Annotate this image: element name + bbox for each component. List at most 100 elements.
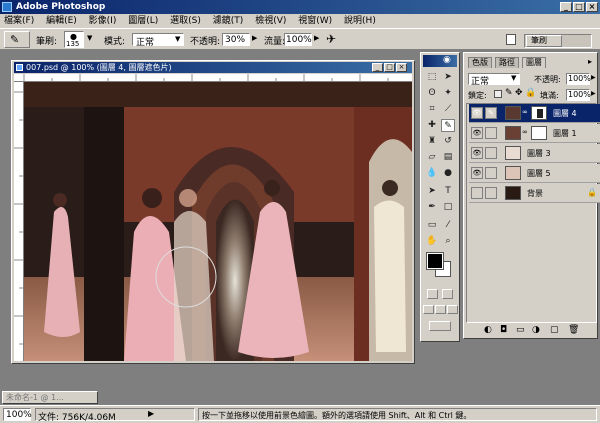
layer-mask-thumbnail[interactable]: [531, 126, 547, 140]
lock-image-icon[interactable]: ✎: [505, 88, 513, 98]
toolbox: ◉ ⬚ ➤ ʘ ✦ ⌗ ⟋ ✚ ✎ ♜ ↺ ▱ ▤ 💧 ● ➤ T ✒ □ ▭ …: [420, 52, 460, 342]
layer-row-1[interactable]: 👁 ∞ 圖層 1: [469, 124, 600, 143]
screen-mode-full-icon[interactable]: [447, 305, 458, 314]
marquee-tool-icon[interactable]: ⬚: [425, 71, 439, 84]
menu-filter[interactable]: 濾鏡(T): [213, 16, 244, 26]
panel-menu-icon[interactable]: ▸: [588, 57, 592, 66]
brush-tool-icon-active[interactable]: ✎: [441, 119, 455, 132]
opacity-input[interactable]: 30%: [222, 33, 250, 46]
tool-preset-picker[interactable]: ✎: [4, 31, 30, 48]
tab-paths[interactable]: 路徑: [495, 57, 519, 68]
opacity-slider-icon[interactable]: ▶: [591, 74, 596, 81]
brush-picker[interactable]: ● 135: [64, 31, 84, 48]
menu-layer[interactable]: 圖層(L): [128, 16, 158, 26]
chain-link-icon[interactable]: ∞: [522, 108, 528, 116]
foreground-color-swatch[interactable]: [426, 252, 444, 270]
menu-select[interactable]: 選取(S): [170, 16, 201, 26]
link-box-icon[interactable]: [485, 127, 497, 139]
file-browser-icon[interactable]: [506, 34, 516, 45]
brush-link-icon[interactable]: ✎: [485, 107, 497, 119]
healing-brush-tool-icon[interactable]: ✚: [425, 119, 439, 132]
fill-slider-icon[interactable]: ▶: [591, 90, 596, 97]
magic-wand-tool-icon[interactable]: ✦: [441, 87, 455, 100]
doc-close-button[interactable]: ×: [396, 63, 407, 72]
dodge-tool-icon[interactable]: ●: [441, 167, 455, 180]
brush-dropdown-icon[interactable]: ▼: [87, 34, 92, 42]
palette-well-tab-brushes[interactable]: 筆刷: [526, 35, 562, 47]
trash-icon[interactable]: 🗑: [568, 325, 579, 335]
new-set-icon[interactable]: ▭: [516, 325, 525, 335]
photoshop-eye-icon[interactable]: ◉: [443, 55, 451, 65]
lock-transparency-icon[interactable]: [494, 90, 502, 98]
minimize-button[interactable]: _: [560, 2, 572, 12]
menu-file[interactable]: 檔案(F): [4, 16, 34, 26]
screen-mode-menu-icon[interactable]: [435, 305, 446, 314]
clone-stamp-tool-icon[interactable]: ♜: [425, 135, 439, 148]
close-button[interactable]: ×: [586, 2, 598, 12]
lock-all-icon[interactable]: 🔒: [525, 88, 536, 98]
gradient-tool-icon[interactable]: ▤: [441, 151, 455, 164]
layer-row-background[interactable]: 背景 🔒: [469, 184, 600, 203]
menu-edit[interactable]: 編輯(E): [46, 16, 77, 26]
flow-slider-icon[interactable]: ▶: [314, 34, 319, 42]
blur-tool-icon[interactable]: 💧: [425, 167, 439, 180]
new-adjustment-layer-icon[interactable]: ◑: [532, 325, 540, 335]
fill-input[interactable]: 100%: [566, 89, 591, 101]
visibility-eye-icon[interactable]: 👁: [471, 127, 483, 139]
jump-to-imageready-icon[interactable]: [429, 321, 451, 331]
history-brush-tool-icon[interactable]: ↺: [441, 135, 455, 148]
lasso-tool-icon[interactable]: ʘ: [425, 87, 439, 100]
link-box-icon[interactable]: [485, 147, 497, 159]
screen-mode-standard-icon[interactable]: [423, 305, 434, 314]
tab-layers[interactable]: 圖層: [522, 57, 546, 68]
airbrush-icon[interactable]: ✈: [326, 32, 336, 46]
visibility-eye-icon[interactable]: [471, 187, 483, 199]
type-tool-icon[interactable]: T: [441, 185, 455, 198]
flow-input[interactable]: 100%: [284, 33, 312, 46]
visibility-eye-icon[interactable]: 👁: [471, 107, 483, 119]
layer-row-3[interactable]: 👁 圖層 3: [469, 144, 600, 163]
image-canvas[interactable]: [24, 82, 412, 361]
zoom-field[interactable]: 100%: [3, 408, 32, 421]
mode-select[interactable]: 正常 ▼: [132, 33, 184, 48]
eraser-tool-icon[interactable]: ▱: [425, 151, 439, 164]
shape-tool-icon[interactable]: □: [441, 201, 455, 214]
layer-opacity-input[interactable]: 100%: [566, 73, 591, 85]
layer-row-5[interactable]: 👁 圖層 5: [469, 164, 600, 183]
lock-position-icon[interactable]: ✥: [515, 88, 523, 98]
layer-mask-thumbnail[interactable]: [531, 106, 547, 120]
maximize-button[interactable]: □: [573, 2, 585, 12]
zoom-tool-icon[interactable]: ⌕: [441, 235, 455, 248]
chain-link-icon[interactable]: ∞: [522, 128, 528, 136]
tab-channels[interactable]: 色版: [468, 57, 492, 68]
menu-help[interactable]: 說明(H): [344, 16, 376, 26]
add-layer-style-icon[interactable]: ◐: [484, 325, 492, 335]
add-mask-icon[interactable]: ◘: [500, 325, 507, 335]
hand-tool-icon[interactable]: ✋: [425, 235, 439, 248]
standard-mode-icon[interactable]: [427, 289, 438, 299]
path-selection-tool-icon[interactable]: ➤: [425, 185, 439, 198]
menu-window[interactable]: 視窗(W): [298, 16, 332, 26]
link-box-icon[interactable]: [485, 167, 497, 179]
minimized-document[interactable]: 未命名-1 @ 1...: [2, 391, 98, 404]
status-menu-icon[interactable]: ▶: [148, 409, 154, 418]
blend-mode-select[interactable]: 正常 ▼: [468, 73, 520, 87]
new-layer-icon[interactable]: ▢: [550, 325, 559, 335]
eyedropper-tool-icon[interactable]: ⁄: [441, 219, 455, 232]
link-box-icon[interactable]: [485, 187, 497, 199]
move-tool-icon[interactable]: ➤: [441, 71, 455, 84]
brush-tool-icon: ✎: [10, 33, 20, 46]
layer-row-4[interactable]: 👁 ✎ ∞ 圖層 4: [469, 104, 600, 123]
notes-tool-icon[interactable]: ▭: [425, 219, 439, 232]
doc-maximize-button[interactable]: □: [384, 63, 395, 72]
slice-tool-icon[interactable]: ⟋: [441, 103, 455, 116]
visibility-eye-icon[interactable]: 👁: [471, 147, 483, 159]
menu-view[interactable]: 檢視(V): [255, 16, 286, 26]
visibility-eye-icon[interactable]: 👁: [471, 167, 483, 179]
menu-image[interactable]: 影像(I): [89, 16, 117, 26]
doc-minimize-button[interactable]: _: [372, 63, 383, 72]
crop-tool-icon[interactable]: ⌗: [425, 103, 439, 116]
pen-tool-icon[interactable]: ✒: [425, 201, 439, 214]
quick-mask-mode-icon[interactable]: [442, 289, 453, 299]
opacity-slider-icon[interactable]: ▶: [252, 34, 257, 42]
